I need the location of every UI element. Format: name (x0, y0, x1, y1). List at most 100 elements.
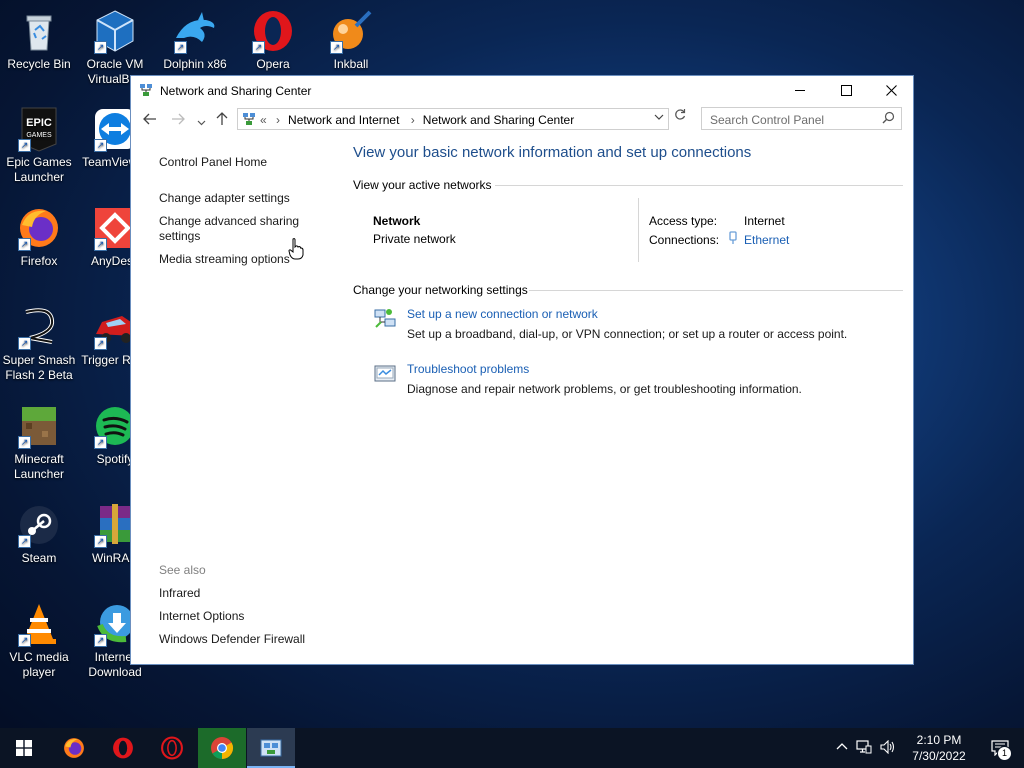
show-hidden-icons-button[interactable] (836, 741, 848, 756)
firefox-icon (64, 738, 84, 758)
see-also-heading: See also (159, 563, 206, 577)
control-panel-icon (242, 112, 256, 129)
ethernet-icon (728, 231, 738, 248)
firefox-icon: ↗ (16, 205, 62, 251)
opera-icon (113, 737, 133, 759)
desktop-icon-inkball[interactable]: ↗ Inkball (312, 8, 390, 72)
window-title: Network and Sharing Center (160, 84, 312, 98)
shortcut-arrow-icon: ↗ (18, 337, 31, 350)
link-set-up-new-connection[interactable]: Set up a new connection or network (407, 307, 598, 321)
desktop-icon-label: Inkball (333, 57, 369, 71)
clock-button[interactable]: 2:10 PM 7/30/2022 (906, 732, 972, 764)
link-troubleshoot-problems[interactable]: Troubleshoot problems (407, 362, 529, 376)
up-arrow-icon (216, 112, 228, 125)
notification-count-badge: 1 (997, 746, 1012, 761)
task-description: Diagnose and repair network problems, or… (407, 382, 802, 396)
taskbar-opera[interactable] (99, 728, 147, 768)
chevron-right-icon[interactable]: › (411, 113, 415, 127)
notifications-button[interactable]: 1 (976, 728, 1024, 768)
address-bar[interactable]: « › Network and Internet › Network and Sha… (237, 108, 669, 130)
shortcut-arrow-icon: ↗ (94, 238, 107, 251)
search-input[interactable]: Search Control Panel (701, 107, 902, 130)
active-networks-section-title: View your active networks (353, 178, 492, 192)
link-internet-options[interactable]: Internet Options (159, 609, 244, 624)
windows-logo-icon (16, 740, 32, 756)
minimize-button[interactable] (777, 76, 823, 104)
desktop-icon-label: Firefox (20, 254, 58, 268)
link-change-advanced-sharing-settings[interactable]: Change advanced sharing settings (159, 214, 309, 244)
link-change-adapter-settings[interactable]: Change adapter settings (159, 191, 290, 206)
navigation-bar: « › Network and Internet › Network and Sha… (131, 104, 913, 138)
left-navigation-pane: Control Panel Home Change adapter settin… (131, 138, 341, 664)
shortcut-arrow-icon: ↗ (252, 41, 265, 54)
close-button[interactable] (868, 76, 914, 104)
desktop-icon-label: VLC media player (9, 650, 69, 679)
page-title: View your basic network information and … (353, 144, 752, 161)
shortcut-arrow-icon: ↗ (18, 436, 31, 449)
recycle-bin-icon (16, 8, 62, 54)
task-description: Set up a broadband, dial-up, or VPN conn… (407, 327, 848, 341)
chevron-down-icon (654, 114, 664, 120)
network-tray-button[interactable] (856, 739, 872, 757)
desktop-icon-vlc[interactable]: ↗ VLC media player (0, 601, 78, 680)
hand-cursor-icon (288, 238, 304, 260)
control-panel-icon (260, 739, 282, 757)
address-dropdown-button[interactable] (654, 112, 664, 125)
shortcut-arrow-icon: ↗ (94, 535, 107, 548)
up-button[interactable] (215, 112, 229, 130)
breadcrumb-network-sharing-center[interactable]: Network and Sharing Center (423, 113, 574, 127)
network-category-link[interactable]: Private network (373, 232, 456, 246)
taskbar-chrome[interactable] (198, 728, 246, 768)
desktop-icon-recycle-bin[interactable]: Recycle Bin (0, 8, 78, 72)
desktop-icon-dolphin[interactable]: ↗ Dolphin x86 (156, 8, 234, 72)
minecraft-icon: ↗ (16, 403, 62, 449)
refresh-icon (675, 109, 686, 120)
recent-locations-button[interactable] (197, 114, 206, 131)
access-type-value: Internet (744, 214, 785, 228)
volume-tray-button[interactable] (880, 739, 896, 757)
breadcrumb-network-and-internet[interactable]: Network and Internet (288, 113, 399, 127)
virtualbox-icon: ↗ (92, 8, 138, 54)
network-setup-icon (373, 307, 397, 331)
taskbar-opera-gx[interactable] (148, 728, 196, 768)
steam-icon: ↗ (16, 502, 62, 548)
link-windows-defender-firewall[interactable]: Windows Defender Firewall (159, 632, 305, 647)
desktop-icon-label: Dolphin x86 (163, 57, 227, 71)
search-placeholder: Search Control Panel (710, 113, 825, 127)
desktop-icon-minecraft[interactable]: ↗ Minecraft Launcher (0, 403, 78, 482)
network-icon (856, 739, 872, 753)
shortcut-arrow-icon: ↗ (94, 634, 107, 647)
opera-icon: ↗ (250, 8, 296, 54)
troubleshoot-icon (373, 362, 397, 386)
back-button[interactable] (143, 112, 157, 130)
speaker-icon (880, 739, 895, 754)
divider (529, 290, 903, 291)
desktop-icon-opera[interactable]: ↗ Opera (234, 8, 312, 72)
desktop-icon-label: Steam (21, 551, 57, 565)
desktop-icon-steam[interactable]: ↗ Steam (0, 502, 78, 566)
desktop-icon-epic-games[interactable]: EPIC GAMES ↗ Epic Games Launcher (0, 106, 78, 185)
taskbar-firefox[interactable] (50, 728, 98, 768)
opera-gx-icon (161, 736, 183, 760)
desktop-icon-super-smash-flash[interactable]: ↗ Super Smash Flash 2 Beta (0, 304, 78, 383)
shortcut-arrow-icon: ↗ (18, 634, 31, 647)
chevron-down-icon (197, 120, 206, 126)
link-control-panel-home[interactable]: Control Panel Home (159, 155, 267, 170)
divider (495, 185, 903, 186)
refresh-button[interactable] (671, 109, 689, 129)
desktop-icon-firefox[interactable]: ↗ Firefox (0, 205, 78, 269)
taskbar-network-sharing-center[interactable] (247, 728, 295, 768)
forward-button[interactable] (171, 112, 185, 130)
ethernet-connection-link[interactable]: Ethernet (744, 233, 789, 247)
chevron-right-icon: › (276, 113, 281, 127)
start-button[interactable] (0, 728, 48, 768)
link-media-streaming-options[interactable]: Media streaming options (159, 252, 290, 267)
link-infrared[interactable]: Infrared (159, 586, 200, 601)
shortcut-arrow-icon: ↗ (174, 41, 187, 54)
shortcut-arrow-icon: ↗ (18, 139, 31, 152)
breadcrumb-overflow[interactable]: « (260, 113, 267, 127)
maximize-button[interactable] (823, 76, 869, 104)
desktop-icon-label: Epic Games Launcher (6, 155, 72, 184)
title-bar[interactable]: Network and Sharing Center (131, 76, 913, 104)
chrome-icon (211, 737, 233, 759)
